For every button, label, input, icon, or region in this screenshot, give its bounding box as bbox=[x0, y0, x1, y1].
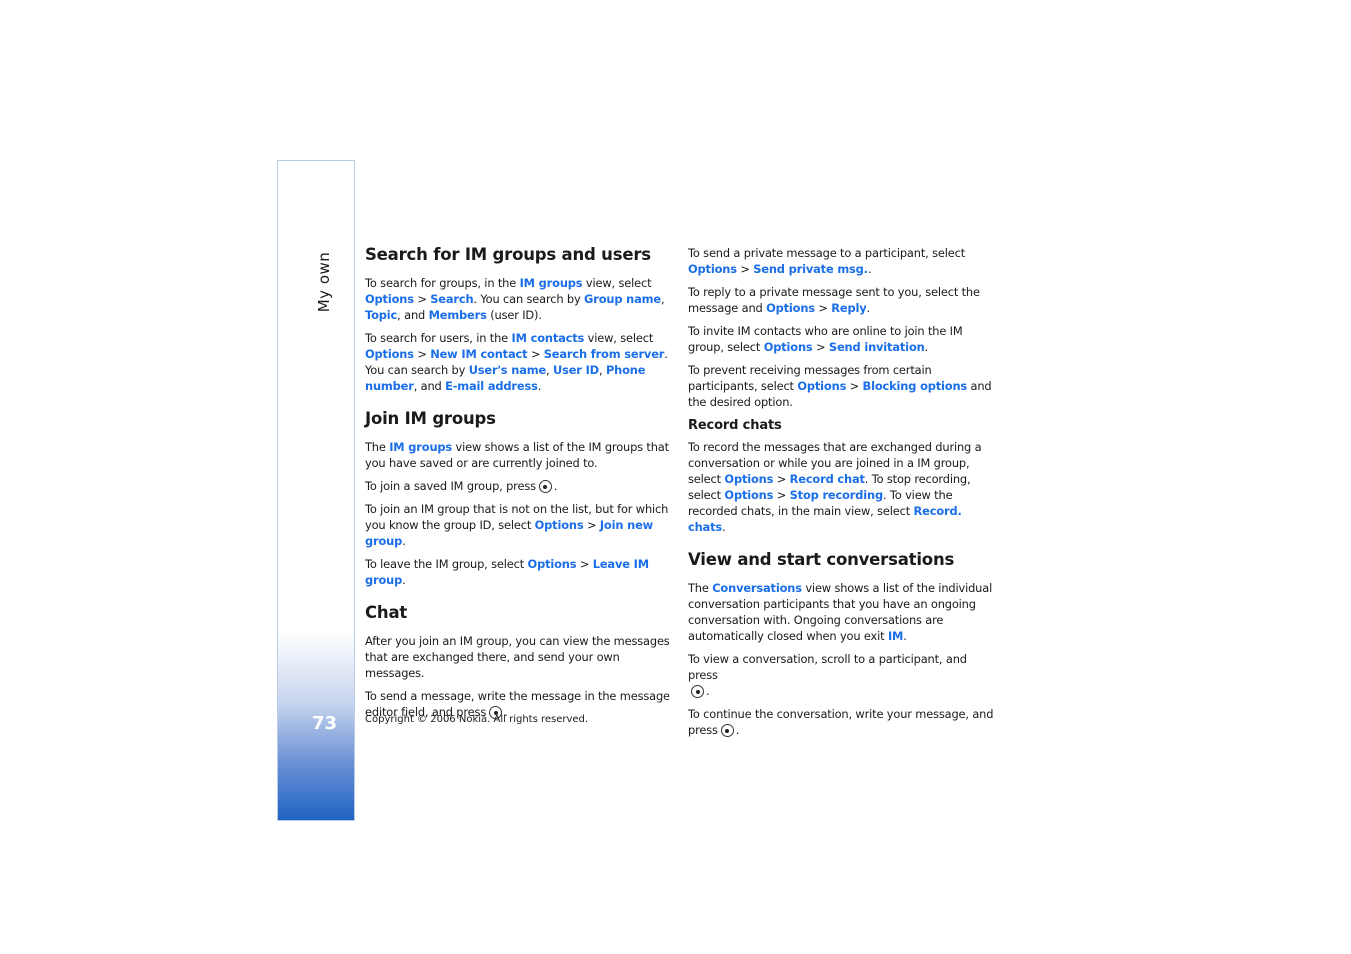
link-options: Options bbox=[534, 518, 584, 532]
copyright: Copyright © 2006 Nokia. All rights reser… bbox=[365, 714, 589, 725]
link-send-private-msg: Send private msg. bbox=[753, 262, 868, 276]
link-options: Options bbox=[365, 347, 414, 361]
link-options: Options bbox=[724, 472, 774, 486]
link-options: Options bbox=[365, 292, 414, 306]
page-number: 73 bbox=[312, 713, 338, 734]
paragraph: The Conversations view shows a list of t… bbox=[688, 581, 993, 643]
link-options: Options bbox=[527, 557, 577, 571]
link-search-from-server: Search from server bbox=[543, 347, 665, 361]
paragraph: The IM groups view shows a list of the I… bbox=[365, 440, 669, 470]
link-im-contacts: IM contacts bbox=[511, 331, 585, 345]
link-options: Options bbox=[688, 262, 737, 276]
heading-join: Join IM groups bbox=[365, 409, 496, 428]
paragraph: To join a saved IM group, press. bbox=[365, 479, 558, 493]
paragraph: To record the messages that are exchange… bbox=[688, 440, 982, 534]
link-search: Search bbox=[430, 292, 474, 306]
link-new-im-contact: New IM contact bbox=[430, 347, 528, 361]
link-record-chat: Record chat bbox=[789, 472, 865, 486]
heading-conversations: View and start conversations bbox=[688, 550, 955, 569]
paragraph: To send a private message to a participa… bbox=[688, 246, 966, 276]
link-users-name: User's name bbox=[468, 363, 547, 377]
right-column: To send a private message to a participa… bbox=[688, 245, 1000, 745]
link-blocking-options: Blocking options bbox=[862, 379, 968, 393]
select-key-icon bbox=[691, 685, 704, 698]
link-conversations: Conversations bbox=[712, 581, 802, 595]
paragraph: To view a conversation, scroll to a part… bbox=[688, 652, 967, 698]
select-key-icon bbox=[720, 724, 734, 737]
heading-search: Search for IM groups and users bbox=[365, 245, 651, 264]
link-topic: Topic bbox=[365, 308, 398, 322]
paragraph: To invite IM contacts who are online to … bbox=[688, 324, 963, 354]
link-options: Options bbox=[724, 488, 774, 502]
link-email-address: E-mail address bbox=[445, 379, 538, 393]
link-im: IM bbox=[887, 629, 904, 643]
paragraph: To prevent receiving messages from certa… bbox=[688, 363, 992, 409]
link-options: Options bbox=[763, 340, 813, 354]
link-members: Members bbox=[428, 308, 487, 322]
section-label: My own bbox=[315, 251, 333, 313]
link-options: Options bbox=[766, 301, 815, 315]
paragraph: To continue the conversation, write your… bbox=[688, 707, 994, 737]
link-im-groups: IM groups bbox=[519, 276, 583, 290]
paragraph: To join an IM group that is not on the l… bbox=[365, 502, 669, 548]
paragraph: After you join an IM group, you can view… bbox=[365, 634, 670, 680]
paragraph: To search for groups, in the IM groups v… bbox=[365, 276, 665, 322]
paragraph: To search for users, in the IM contacts … bbox=[365, 331, 668, 393]
link-user-id: User ID bbox=[553, 363, 599, 377]
link-im-groups: IM groups bbox=[389, 440, 453, 454]
paragraph: To leave the IM group, select Options > … bbox=[365, 557, 649, 587]
paragraph: To reply to a private message sent to yo… bbox=[688, 285, 980, 315]
link-send-invitation: Send invitation bbox=[828, 340, 925, 354]
link-reply: Reply bbox=[831, 301, 867, 315]
left-column: Search for IM groups and users To search… bbox=[365, 244, 677, 727]
link-options: Options bbox=[797, 379, 847, 393]
select-key-icon bbox=[538, 480, 552, 493]
heading-record-chats: Record chats bbox=[688, 418, 782, 433]
link-group-name: Group name bbox=[584, 292, 661, 306]
heading-chat: Chat bbox=[365, 603, 408, 622]
link-stop-recording: Stop recording bbox=[789, 488, 884, 502]
